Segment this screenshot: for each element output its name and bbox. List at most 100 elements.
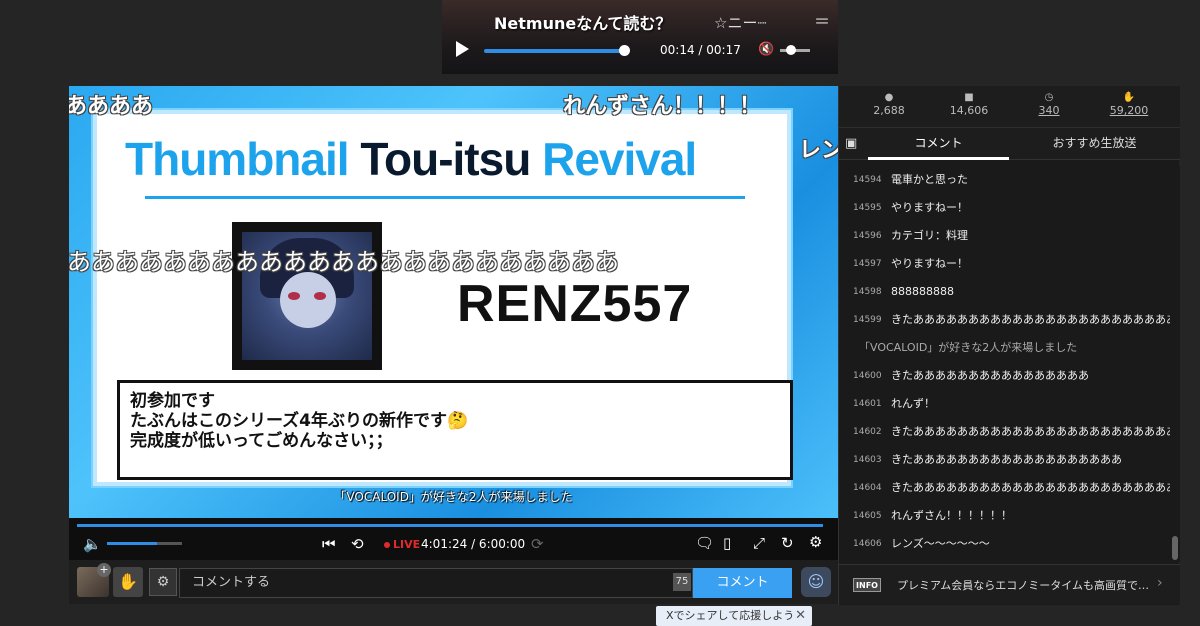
emoji-icon[interactable]: ☺ (801, 567, 831, 597)
mini-player-deco-right: ＝ (814, 12, 831, 31)
slide-title-part-1: Thumbnail (125, 133, 350, 185)
volume-level (107, 542, 157, 545)
mini-player[interactable]: Netmuneなんて読む？ ☆ニー┈ ＝ 00:14 / 00:17 🔇 (442, 0, 838, 74)
seek-bar[interactable] (77, 524, 823, 527)
comment-number: 14600 (853, 371, 882, 381)
comment-text: やりますねー！ (891, 201, 968, 214)
info-badge: INFO (853, 578, 881, 592)
comment-row[interactable]: 14596 カテゴリ：料理 (839, 222, 1170, 250)
comment-row[interactable]: 14603 きたあああああああああああああああああああ (839, 446, 1170, 474)
viewer-count: ● 2,688 (854, 92, 924, 118)
comment-number: 14602 (853, 427, 882, 437)
comment-text: 電車かと思った (891, 173, 968, 186)
mini-time-readout: 00:14 / 00:17 (660, 43, 741, 57)
comment-scroll-handle[interactable] (1172, 536, 1178, 560)
comment-number: 14603 (853, 455, 882, 465)
char-count: 75 (673, 573, 691, 591)
mini-player-caption: Netmuneなんて読む？ (494, 14, 672, 33)
share-label: Xでシェアして応援しよう (666, 609, 795, 622)
danmaku-comment: ああああ (69, 94, 154, 119)
add-icon[interactable]: + (97, 563, 111, 577)
comment-text: きたあああああああああああああああああああああああああ (891, 481, 1170, 494)
volume-icon[interactable]: 🔈 (83, 535, 102, 553)
comment-row[interactable]: 14606 レンズ〜〜〜〜〜〜 (839, 530, 1170, 558)
comment-row[interactable]: 14597 やりますねー！ (839, 250, 1170, 278)
comment-submit-button[interactable]: コメント (693, 568, 792, 598)
forward-10-icon[interactable]: ⟳ (531, 535, 544, 553)
slide-title-part-2: Tou-itsu (348, 133, 543, 185)
comment-list[interactable]: 14594 電車かと思った 14595 やりますねー！ 14596 カテゴリ：料理 1459… (839, 166, 1170, 562)
theater-mode-icon[interactable]: ▯ (723, 534, 731, 552)
comment-row[interactable]: 14605 れんずさん！！！！！！ (839, 502, 1170, 530)
comment-row[interactable]: 14604 きたあああああああああああああああああああああああああ (839, 474, 1170, 502)
comment-row[interactable]: 14594 電車かと思った (839, 166, 1170, 194)
comment-number: 14598 (853, 287, 882, 297)
person-icon: ● (884, 92, 894, 103)
comment-row[interactable]: 14600 きたああああああああああああああああ (839, 362, 1170, 390)
slide-title: Thumbnail Tou-itsu Revival (125, 132, 697, 186)
timeshift-count[interactable]: ◷ 340 (1014, 92, 1084, 118)
comment-text: きたあああああああああああああああああああああああああ (891, 313, 1170, 326)
mini-player-deco: ☆ニー┈ (714, 14, 767, 32)
creator-message-box: 初参加です たぶんはこのシリーズ4年ぶりの新作です🤔 完成度が低いってごめんなさ… (117, 380, 793, 480)
stats-bar: ● 2,688 ■ 14,606 ◷ 340 ✋ 59,200 (839, 86, 1180, 128)
settings-gear-icon[interactable]: ⚙ (809, 533, 822, 551)
reload-icon[interactable]: ↻ (781, 534, 794, 552)
comment-number: 14595 (853, 203, 882, 213)
comment-scrollbar[interactable] (1170, 166, 1180, 562)
comment-text: 888888888 (891, 285, 954, 298)
clock-icon: ◷ (1044, 92, 1054, 103)
comment-text: カテゴリ：料理 (891, 229, 968, 242)
share-x-button[interactable]: Xでシェアして応援しよう ✕ (656, 606, 812, 626)
rewind-10-icon[interactable]: ⟲ (351, 535, 364, 553)
danmaku-comment: れんずさん！！！！ (563, 94, 762, 119)
comment-count: ■ 14,606 (934, 92, 1004, 118)
time-readout: 4:01:24 / 6:00:00 (421, 537, 526, 551)
mini-progress-bar[interactable] (484, 49, 624, 53)
comment-icon: ■ (964, 92, 974, 103)
gift-button[interactable]: ✋ (113, 567, 143, 597)
player-controls: 🔈 ⏮ ⟲ LIVE 4:01:24 / 6:00:00 ⟳ 🗨 ▯ ⤢ ↻ ⚙ (69, 518, 838, 560)
tab-comment[interactable]: コメント (868, 128, 1009, 160)
system-message-row[interactable]: 「VOCALOID」が好きな2人が来場しました (839, 334, 1170, 362)
video-slide: Thumbnail Tou-itsu Revival RENZ557 初参加です… (93, 110, 793, 486)
comment-text: きたあああああああああああああああああああああああああ (891, 425, 1170, 438)
info-banner[interactable]: INFO プレミアム会員ならエコノミータイムも高画質で… › (839, 564, 1180, 604)
chevron-right-icon[interactable]: › (1157, 575, 1163, 591)
fullscreen-icon[interactable]: ⤢ (753, 534, 765, 552)
comment-text: れんずさん！！！！！！ (891, 509, 1012, 522)
comment-number: 14606 (853, 539, 882, 549)
comment-row[interactable]: 14595 やりますねー！ (839, 194, 1170, 222)
close-icon[interactable]: ✕ (795, 606, 806, 626)
play-icon[interactable] (456, 41, 469, 57)
comment-row[interactable]: 14599 きたあああああああああああああああああああああああああ (839, 306, 1170, 334)
skip-to-start-icon[interactable]: ⏮ (322, 535, 336, 553)
comment-text: きたああああああああああああああああ (891, 369, 1089, 382)
danmaku-comment: あああああああああああああああああああああああ (69, 248, 619, 276)
mute-icon[interactable]: 🔇 (758, 42, 774, 57)
live-dot-icon (384, 542, 390, 548)
comment-input[interactable]: コメントする (179, 568, 693, 598)
comment-command-button[interactable]: ⚙ (149, 568, 177, 596)
video-system-subtitle: 「VOCALOID」が好きな2人が来場しました (334, 490, 573, 504)
comment-row[interactable]: 14598 888888888 (839, 278, 1170, 306)
mini-volume-handle[interactable] (786, 45, 796, 55)
info-text[interactable]: プレミアム会員ならエコノミータイムも高画質で… (897, 577, 1149, 593)
comment-number: 14594 (853, 175, 882, 185)
slide-title-part-3: Revival (542, 133, 697, 185)
comment-toggle-icon[interactable]: 🗨 (695, 534, 714, 552)
video-player[interactable]: Thumbnail Tou-itsu Revival RENZ557 初参加です… (69, 86, 838, 518)
gift-points[interactable]: ✋ 59,200 (1094, 92, 1164, 118)
comment-row[interactable]: 14601 れんず！ (839, 390, 1170, 418)
panel-tabs: ▣ コメント おすすめ生放送 (839, 128, 1180, 160)
comment-settings-icon[interactable]: ▣ (845, 136, 863, 152)
mini-progress-handle[interactable] (619, 45, 630, 56)
comment-number: 14605 (853, 511, 882, 521)
live-label[interactable]: LIVE (393, 538, 420, 551)
comment-row[interactable]: 14602 きたあああああああああああああああああああああああああ (839, 418, 1170, 446)
comment-text: レンズ〜〜〜〜〜〜 (891, 537, 990, 550)
tab-recommend[interactable]: おすすめ生放送 (1009, 128, 1180, 160)
comment-number: 14599 (853, 315, 882, 325)
comment-number: 14601 (853, 399, 882, 409)
gift-icon: ✋ (1122, 92, 1136, 103)
